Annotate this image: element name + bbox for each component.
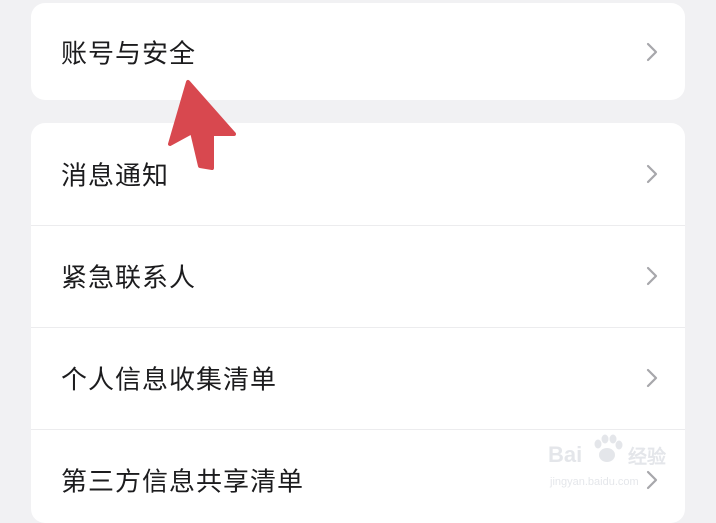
chevron-right-icon — [646, 266, 658, 286]
settings-row-personal-info-list[interactable]: 个人信息收集清单 — [31, 327, 685, 429]
row-label-personal-info-list: 个人信息收集清单 — [61, 365, 278, 396]
row-label-account-security: 账号与安全 — [61, 39, 197, 69]
row-label-notifications: 消息通知 — [61, 161, 170, 192]
settings-row-account-security[interactable]: 账号与安全 — [31, 3, 685, 100]
settings-group-account: 账号与安全 — [31, 3, 685, 100]
settings-row-emergency-contact[interactable]: 紧急联系人 — [31, 225, 685, 327]
settings-row-third-party-sharing-list[interactable]: 第三方信息共享清单 — [31, 429, 685, 523]
row-label-third-party-sharing-list: 第三方信息共享清单 — [61, 467, 305, 498]
settings-row-notifications[interactable]: 消息通知 — [31, 123, 685, 225]
chevron-right-icon — [646, 470, 658, 490]
chevron-right-icon — [646, 368, 658, 388]
row-label-emergency-contact: 紧急联系人 — [61, 263, 197, 294]
chevron-right-icon — [646, 42, 658, 61]
settings-group-main: 消息通知 紧急联系人 个人信息收集清单 第三方信息共享清单 — [31, 123, 685, 523]
chevron-right-icon — [646, 164, 658, 184]
